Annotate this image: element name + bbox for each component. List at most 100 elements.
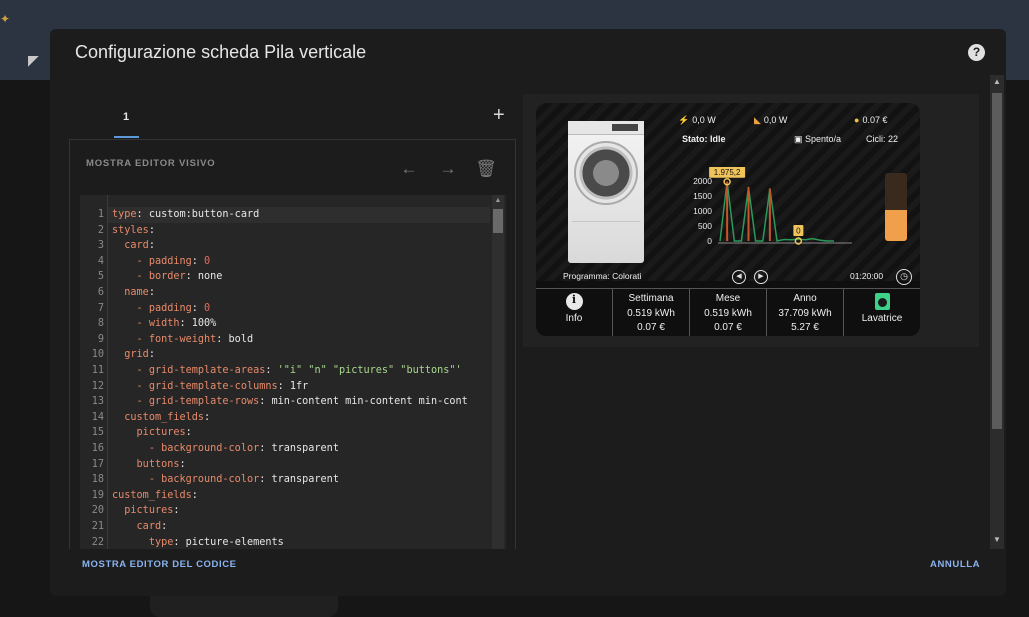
code-line: 11 - grid-template-areas: '"i" "n" "pict… [80,363,490,379]
line-number: 19 [91,489,104,501]
code-token: - border [136,271,186,283]
code-token: : none [185,271,223,283]
line-number: 13 [91,396,104,408]
code-token: : [148,240,155,252]
tab-1[interactable]: 1 [112,111,140,123]
arrow-right-icon[interactable]: → [437,158,459,180]
code-line-content: - padding: 0 [112,301,211,317]
code-line: 1 type: custom:button-card [80,207,490,223]
code-line: 13 - grid-template-rows: min-content min… [80,394,490,410]
line-number: 11 [91,365,104,376]
code-token: : 100% [179,318,217,330]
code-line: 19 custom_fields: [80,488,490,504]
solar-stat: ◣ 0,0 W [754,115,788,125]
info-button[interactable]: i Info [536,289,613,336]
code-line: 3 card: [80,238,490,254]
progress-gauge [885,173,907,241]
code-line: 22 type: picture-elements [80,535,490,549]
code-token: pictures [136,427,186,439]
code-line-content: name: [112,285,155,301]
code-token: card [124,240,149,252]
y-tick-label: 1000 [693,206,712,216]
show-visual-editor-button[interactable]: MOSTRA EDITOR VISIVO [86,158,216,169]
code-line: 9 - font-weight: bold [80,332,490,348]
add-card-button[interactable]: + [493,105,505,125]
arrow-left-icon[interactable]: ← [398,158,420,180]
code-line-content: - width: 100% [112,316,217,332]
line-number: 4 [97,255,104,267]
previous-icon[interactable]: ◀ [732,270,746,284]
remaining-time: 01:20:00 [850,271,884,281]
code-token: styles [112,224,149,236]
code-scrollbar[interactable]: ▲ [492,195,504,549]
code-scroll-thumb[interactable] [493,209,503,233]
code-line-content: custom_fields: [112,488,198,504]
code-token: - width [136,318,180,330]
line-number: 14 [91,411,104,423]
card-preview: ⚡ 0,0 W ◣ 0,0 W ● 0.07 € Stato: Idle ▣ Spen… [523,94,979,347]
cancel-button[interactable]: ANNULLA [930,559,980,570]
trash-icon[interactable]: 🗑 [475,158,497,180]
code-token: : custom:button-card [136,209,260,220]
scroll-up-icon[interactable]: ▲ [493,197,503,204]
code-token: - grid-template-rows [136,396,260,408]
code-token: card [136,521,162,532]
line-number: 1 [97,209,104,220]
scroll-up-icon[interactable]: ▲ [990,77,1004,86]
line-number: 18 [91,474,104,486]
cost-stat: ● 0.07 € [854,115,888,125]
code-token: 0 [204,255,211,267]
code-token: : 1fr [277,380,309,392]
dialog-scrollbar[interactable]: ▲ ▼ [990,75,1004,549]
code-line-content: - background-color: transparent [112,441,339,457]
line-number: 22 [91,536,104,548]
yearly-stats: Anno 37.709 kWh 5.27 € [767,289,844,336]
dialog-scroll-thumb[interactable] [992,93,1002,429]
help-icon[interactable]: ? [968,44,985,61]
max-label: 1.975,2 [714,168,741,177]
code-token: '"i" "n" "pictures" "buttons"' [277,365,462,376]
code-token: : [148,287,155,298]
line-number: 10 [91,349,104,361]
info-icon: i [565,293,583,310]
yaml-code-editor[interactable]: 1 type: custom:button-card 2 styles: 3 card:… [80,195,506,549]
line-number: 5 [97,271,104,283]
code-line: 2 styles: [80,223,490,239]
dialog-title: Configurazione scheda Pila verticale [75,42,367,62]
code-token: : [265,365,278,376]
power-stat: ⚡ 0,0 W [678,115,716,125]
code-token: grid [124,349,149,361]
code-token: type [112,209,137,220]
timer-icon: ◷ [896,269,912,285]
washer-button[interactable]: Lavatrice [844,289,920,336]
monthly-stats: Mese 0.519 kWh 0.07 € [690,289,767,336]
code-token: - background-color [148,443,260,454]
code-line: 7 - padding: 0 [80,301,490,317]
code-token: : transparent [259,474,339,486]
code-token: : [185,427,192,439]
code-token: : [191,302,205,314]
scroll-down-icon[interactable]: ▼ [990,535,1004,544]
code-line: 12 - grid-template-columns: 1fr [80,379,490,395]
next-icon[interactable]: ▶ [754,270,768,284]
code-token: : bold [216,333,254,345]
code-token: - font-weight [136,333,217,345]
state-text: ▣ Spento/a [794,134,842,144]
washer-state-icon: ▣ [794,134,806,144]
show-code-editor-button[interactable]: MOSTRA EDITOR DEL CODICE [82,559,237,570]
code-token: - grid-template-columns [136,380,278,392]
code-token: custom_fields [112,489,192,501]
y-tick-label: 2000 [693,176,712,186]
code-line: 20 pictures: [80,503,490,519]
